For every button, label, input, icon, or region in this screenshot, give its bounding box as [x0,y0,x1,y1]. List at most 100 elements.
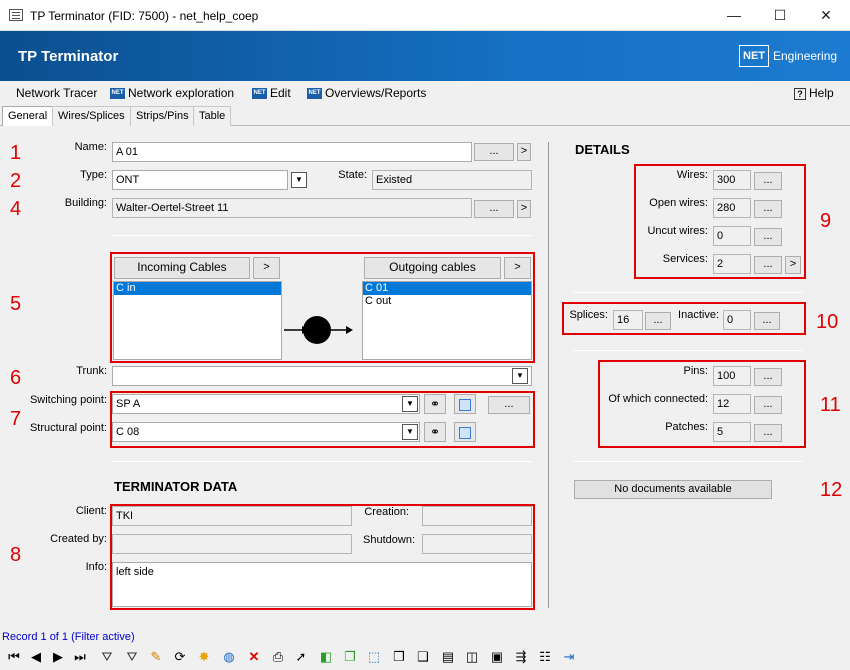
switching-dropdown-icon[interactable]: ▼ [402,396,418,412]
delete-icon[interactable]: ✕ [244,647,264,667]
type-label: Type: [80,169,107,181]
minimize-button[interactable]: — [711,0,757,31]
wires-browse-button[interactable]: ... [754,172,782,190]
incoming-cables-goto-button[interactable]: > [253,257,280,279]
incoming-cables-list[interactable]: C in [113,281,282,360]
inactive-label: Inactive: [678,309,719,321]
info-textarea[interactable]: left side [112,562,532,607]
cube-stack-icon[interactable]: ❒ [389,647,409,667]
type-select[interactable]: ONT [112,170,288,190]
pencil-icon[interactable]: ✎ [146,647,166,667]
general-form: 1 2 4 5 6 7 8 3 9 10 11 12 Name: A 01 ..… [0,126,850,631]
close-button[interactable]: ✕ [803,0,849,31]
patches-browse-button[interactable]: ... [754,424,782,442]
annotation-1: 1 [10,142,22,164]
filter-remove-icon[interactable]: ⛛ [122,647,142,667]
open-wires-browse-button[interactable]: ... [754,200,782,218]
menu-overviews-label: Overviews/Reports [325,86,427,100]
switching-point-label: Switching point: [29,394,107,406]
pins-browse-button[interactable]: ... [754,368,782,386]
documents-button[interactable]: No documents available [574,480,772,499]
menu-edit[interactable]: NET Edit [252,86,291,100]
next-record-icon[interactable]: ▶ [48,647,68,667]
building-browse-button[interactable]: ... [474,200,514,218]
type-dropdown-icon[interactable]: ▼ [291,172,307,188]
switching-browse-button[interactable]: ... [488,396,530,414]
client-label: Client: [75,505,107,517]
window-app-icon [9,9,23,21]
state-label: State: [338,169,367,181]
menu-overviews-reports[interactable]: NET Overviews/Reports [307,86,426,100]
outgoing-cables-button[interactable]: Outgoing cables [364,257,501,279]
splices-browse-button[interactable]: ... [645,312,671,330]
building-field[interactable]: Walter-Oertel-Street 11 [112,198,472,218]
maximize-button[interactable]: ☐ [757,0,803,31]
uncut-wires-label: Uncut wires: [647,225,708,237]
exit-icon[interactable]: ⇥ [559,647,579,667]
cube-select-icon[interactable]: ⬚ [364,647,384,667]
services-browse-button[interactable]: ... [754,256,782,274]
connected-browse-button[interactable]: ... [754,396,782,414]
trunk-select[interactable] [112,366,532,386]
table-edit-icon[interactable]: ☷ [535,647,555,667]
outgoing-cables-goto-button[interactable]: > [504,257,531,279]
name-goto-button[interactable]: > [517,143,531,161]
list-item[interactable]: C 01 [363,282,531,295]
switching-cube-icon[interactable] [454,394,476,414]
services-goto-button[interactable]: > [785,256,801,274]
print-icon[interactable]: ⎙ [268,647,288,667]
open-wires-field: 280 [713,198,751,218]
tab-general[interactable]: General [2,106,54,127]
incoming-cables-button[interactable]: Incoming Cables [114,257,250,279]
filter-add-icon[interactable]: ⛛ [97,647,117,667]
annotation-10: 10 [816,311,839,333]
list-item[interactable]: C in [114,282,281,295]
switching-binoculars-icon[interactable]: ⚭ [424,394,446,414]
select-cursor-icon[interactable]: ➚ [291,647,311,667]
name-browse-button[interactable]: ... [474,143,514,161]
cube-icon[interactable]: ◧ [316,647,336,667]
globe-refresh-icon[interactable]: ◍ [219,647,239,667]
building-goto-button[interactable]: > [517,200,531,218]
uncut-wires-browse-button[interactable]: ... [754,228,782,246]
annotation-11: 11 [820,394,841,416]
list-item[interactable]: C out [363,295,531,308]
network-icon[interactable]: ⇶ [511,647,531,667]
document-view-icon[interactable]: ▤ [438,647,458,667]
inactive-browse-button[interactable]: ... [754,312,780,330]
tab-table[interactable]: Table [193,106,232,126]
net-icon: NET [252,88,267,100]
trunk-dropdown-icon[interactable]: ▼ [512,368,528,384]
structural-point-select[interactable]: C 08 [112,422,420,442]
switching-point-select[interactable]: SP A [112,394,420,414]
last-record-icon[interactable]: ⏭ [70,647,90,667]
cubes-copy-icon[interactable]: ❐ [340,647,360,667]
camera-doc-icon[interactable]: ◫ [462,647,482,667]
tab-strips-pins[interactable]: Strips/Pins [130,106,195,126]
first-record-icon[interactable]: ⏮ [4,647,24,667]
cube-new-icon[interactable]: ❑ [413,647,433,667]
tab-wires-splices[interactable]: Wires/Splices [52,106,131,126]
annotation-9: 9 [820,210,832,232]
prev-record-icon[interactable]: ◀ [26,647,46,667]
state-field: Existed [372,170,532,190]
patches-label: Patches: [665,421,708,433]
inactive-field: 0 [723,310,751,330]
menu-help-label: Help [809,86,834,100]
menu-network-exploration[interactable]: NET Network exploration [110,86,234,100]
terminator-symbol-icon [284,316,353,344]
name-field[interactable]: A 01 [112,142,472,162]
structural-dropdown-icon[interactable]: ▼ [402,424,418,440]
separator-line [573,461,803,462]
outgoing-cables-list[interactable]: C 01 C out [362,281,532,360]
structural-binoculars-icon[interactable]: ⚭ [424,422,446,442]
refresh-icon[interactable]: ⟳ [170,647,190,667]
new-icon[interactable]: ✸ [194,647,214,667]
structural-cube-icon[interactable] [454,422,476,442]
splices-field: 16 [613,310,643,330]
navigation-toolbar: ⏮ ◀ ▶ ⏭ ⛛ ⛛ ✎ ⟳ ✸ ◍ ✕ ⎙ ➚ ◧ ❐ ⬚ ❒ ❑ ▤ ◫ … [0,645,850,670]
menu-help[interactable]: ? Help [794,86,834,100]
menu-network-tracer[interactable]: Network Tracer [16,86,97,100]
image-add-icon[interactable]: ▣ [487,647,507,667]
net-icon: NET [110,88,125,100]
